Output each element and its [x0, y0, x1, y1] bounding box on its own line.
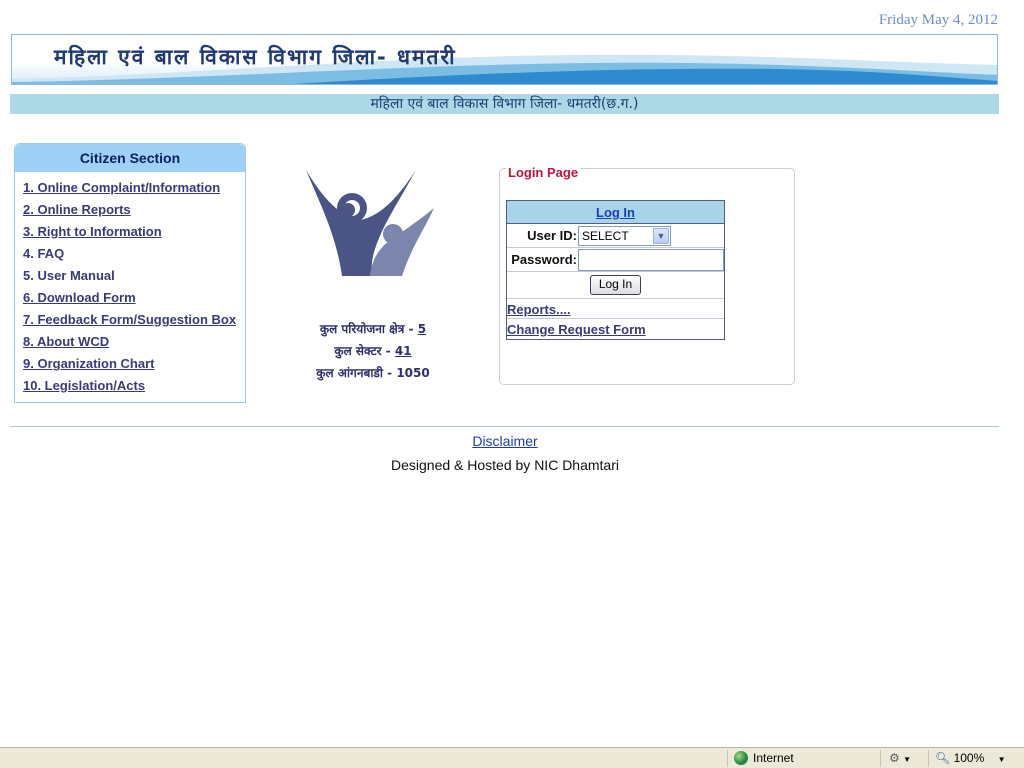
- login-header: Log In: [507, 201, 724, 224]
- change-request-link-row: Change Request Form: [507, 319, 724, 339]
- login-button-row: Log In: [507, 272, 724, 299]
- stats-block: कुल परियोजना क्षेत्र - 5 कुल सेक्टर - 41…: [293, 318, 453, 384]
- menu-online-complaint[interactable]: 1. Online Complaint/Information: [23, 180, 220, 195]
- login-header-link[interactable]: Log In: [596, 205, 635, 220]
- change-request-link[interactable]: Change Request Form: [507, 322, 646, 337]
- login-fieldset: Login Page Log In User ID: SELECT ▼ Pass…: [499, 165, 795, 385]
- department-subtitle: महिला एवं बाल विकास विभाग जिला- धमतरी(छ.…: [370, 96, 639, 112]
- menu-faq[interactable]: 4. FAQ: [23, 246, 64, 261]
- user-id-select[interactable]: SELECT ▼: [578, 226, 671, 246]
- date-display: Friday May 4, 2012: [878, 12, 998, 28]
- stat-project-areas: कुल परियोजना क्षेत्र - 5: [319, 322, 427, 336]
- department-subtitle-bar: महिला एवं बाल विकास विभाग जिला- धमतरी(छ.…: [10, 94, 999, 114]
- citizen-section-panel: Citizen Section 1. Online Complaint/Info…: [14, 143, 246, 403]
- password-label: Password:: [511, 252, 577, 267]
- chevron-down-icon: ▼: [997, 755, 1006, 764]
- browser-status-bar: Internet ⚙ ▼ 🔍︎ 100% ▼: [0, 747, 1024, 768]
- citizen-section-title: Citizen Section: [15, 144, 245, 172]
- footer: Disclaimer Designed & Hosted by NIC Dham…: [0, 432, 1010, 473]
- reports-link-row: Reports....: [507, 299, 724, 319]
- stat-project-areas-value[interactable]: 5: [418, 322, 426, 336]
- menu-right-to-information[interactable]: 3. Right to Information: [23, 224, 162, 239]
- zoom-level: 100%: [953, 751, 985, 765]
- password-input[interactable]: [578, 249, 724, 271]
- login-table: Log In User ID: SELECT ▼ Password: Log I…: [506, 200, 725, 340]
- menu-organization-chart[interactable]: 9. Organization Chart: [23, 356, 154, 371]
- disclaimer-link[interactable]: Disclaimer: [472, 432, 537, 450]
- user-id-label: User ID:: [527, 228, 577, 243]
- zoom-icon: 🔍︎: [935, 751, 951, 765]
- menu-online-reports[interactable]: 2. Online Reports: [23, 202, 131, 217]
- menu-legislation-acts[interactable]: 10. Legislation/Acts: [23, 378, 145, 393]
- zone-label: Internet: [753, 751, 794, 765]
- stat-anganwadi-value: 1050: [396, 366, 430, 380]
- protected-mode-control[interactable]: ⚙ ▼: [880, 750, 926, 767]
- security-zone[interactable]: Internet: [727, 750, 877, 767]
- header-banner: महिला एवं बाल विकास विभाग जिला- धमतरी: [11, 34, 998, 85]
- globe-icon: [734, 751, 748, 765]
- menu-feedback-form[interactable]: 7. Feedback Form/Suggestion Box: [23, 312, 236, 327]
- stat-sectors-value[interactable]: 41: [395, 344, 412, 358]
- chevron-down-icon: ▼: [903, 755, 912, 764]
- reports-link[interactable]: Reports....: [507, 302, 571, 317]
- password-row: Password:: [507, 248, 724, 272]
- wcd-logo: [300, 164, 440, 284]
- footer-credit: Designed & Hosted by NIC Dhamtari: [391, 457, 619, 473]
- banner-title: महिला एवं बाल विकास विभाग जिला- धमतरी: [54, 45, 457, 69]
- gear-icon: ⚙: [889, 751, 900, 765]
- user-id-selected-value: SELECT: [582, 229, 629, 243]
- menu-user-manual[interactable]: 5. User Manual: [23, 268, 115, 283]
- footer-divider: [10, 426, 999, 427]
- user-id-row: User ID: SELECT ▼: [507, 224, 724, 248]
- chevron-down-icon[interactable]: ▼: [653, 228, 669, 244]
- stat-sectors: कुल सेक्टर - 41: [334, 344, 412, 358]
- login-legend: Login Page: [506, 165, 581, 180]
- login-button[interactable]: Log In: [589, 275, 642, 295]
- menu-download-form[interactable]: 6. Download Form: [23, 290, 136, 305]
- citizen-menu: 1. Online Complaint/Information 2. Onlin…: [15, 172, 245, 398]
- zoom-control[interactable]: 🔍︎ 100% ▼: [928, 750, 1024, 767]
- stat-anganwadi: कुल आंगनबाडी - 1050: [316, 366, 430, 380]
- menu-about-wcd[interactable]: 8. About WCD: [23, 334, 109, 349]
